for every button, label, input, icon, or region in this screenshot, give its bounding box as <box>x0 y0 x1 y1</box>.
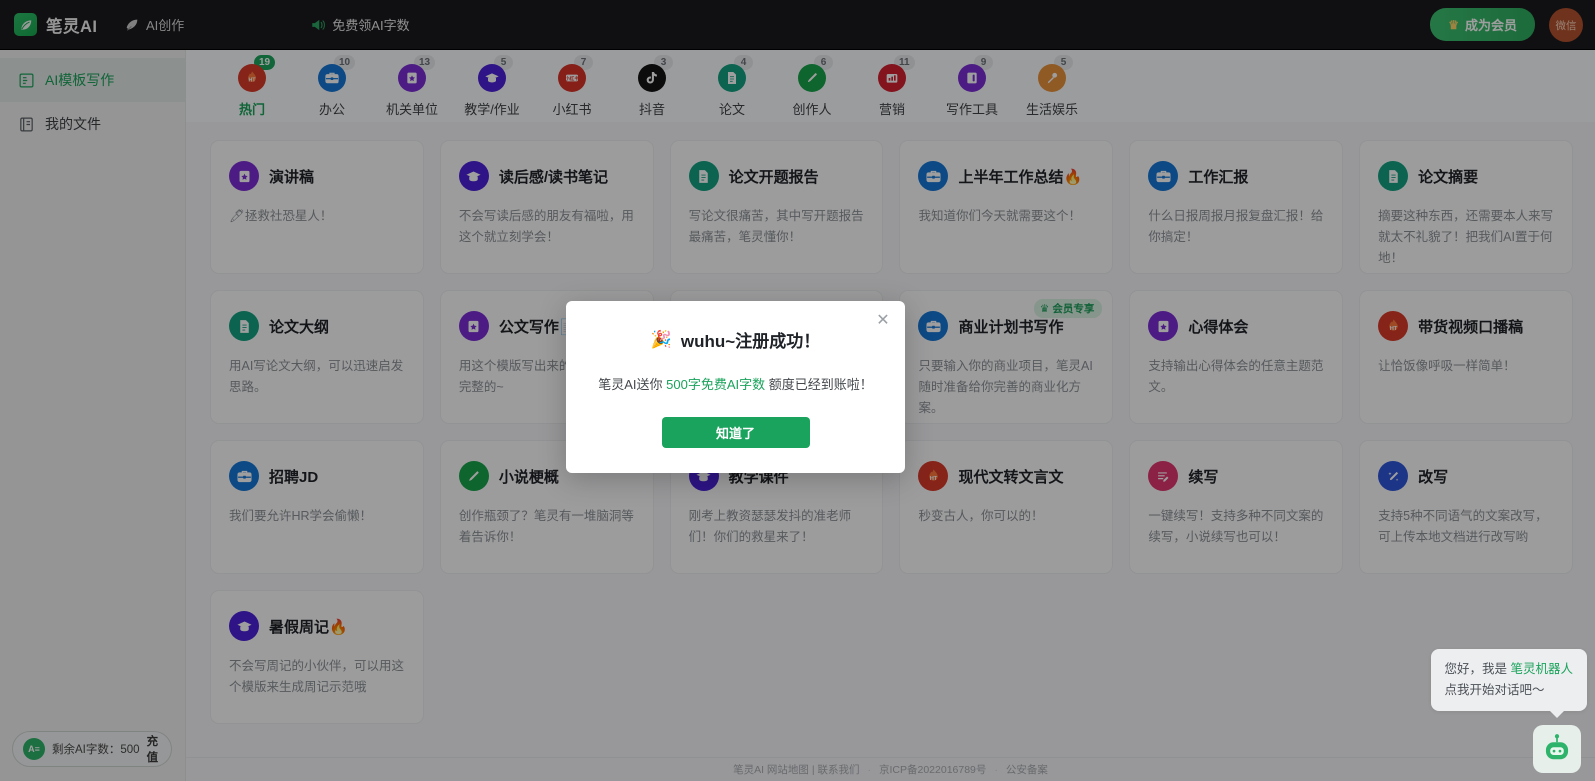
modal-title-text: wuhu~注册成功！ <box>681 327 820 352</box>
robot-avatar-icon[interactable] <box>1533 725 1581 773</box>
registration-success-modal: ✕ 🎉 wuhu~注册成功！ 笔灵AI送你 500字免费AI字数 额度已经到账啦… <box>566 301 905 473</box>
modal-sub-highlight: 500字免费AI字数 <box>666 377 765 392</box>
modal-subtitle: 笔灵AI送你 500字免费AI字数 额度已经到账啦！ <box>590 374 881 393</box>
chat-line-2: 点我开始对话吧～ <box>1445 680 1574 701</box>
app-root: 笔灵AI AI创作 免费领AI字数 ♛ 成为会员 微信 <box>0 0 1595 781</box>
modal-sub-before: 笔灵AI送你 <box>598 377 666 392</box>
confirm-button[interactable]: 知道了 <box>662 417 810 448</box>
chat-line1-before: 您好，我是 <box>1445 662 1511 676</box>
chat-line-1: 您好，我是 笔灵机器人 <box>1445 659 1574 680</box>
modal-sub-after: 额度已经到账啦！ <box>765 377 873 392</box>
chat-bubble[interactable]: 您好，我是 笔灵机器人 点我开始对话吧～ <box>1431 649 1588 711</box>
modal-title: 🎉 wuhu~注册成功！ <box>590 327 881 352</box>
chat-line1-highlight: 笔灵机器人 <box>1510 662 1573 676</box>
party-popper-icon: 🎉 <box>651 330 672 350</box>
chat-widget: 您好，我是 笔灵机器人 点我开始对话吧～ <box>1431 649 1588 773</box>
close-icon[interactable]: ✕ <box>873 311 893 331</box>
